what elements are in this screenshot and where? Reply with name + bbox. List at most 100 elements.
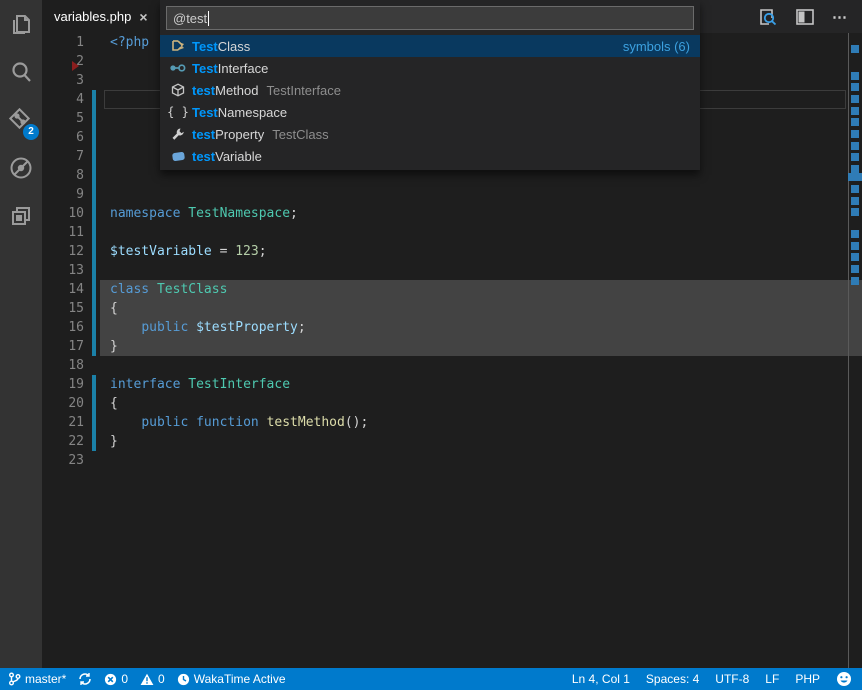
status-item-label: WakaTime Active — [194, 672, 286, 686]
status-item-wakatime[interactable]: WakaTime Active — [177, 668, 286, 690]
property-icon — [170, 126, 186, 142]
clock-icon — [177, 673, 190, 686]
status-item-feedback[interactable] — [836, 668, 852, 690]
code-line-21[interactable]: 21 public function testMethod(); — [42, 413, 848, 432]
quick-open-item-testnamespace[interactable]: { }TestNamespace — [160, 101, 700, 123]
quick-open-item-testclass[interactable]: TestClass symbols (6) — [160, 35, 700, 57]
code-line-22[interactable]: 22} — [42, 432, 848, 451]
activity-item-search[interactable] — [0, 48, 42, 96]
line-number: 19 — [42, 375, 84, 394]
code-line-20[interactable]: 20{ — [42, 394, 848, 413]
variable-icon — [170, 148, 186, 164]
overview-ruler-mark — [851, 265, 859, 273]
close-icon[interactable]: × — [139, 10, 147, 24]
line-number: 6 — [42, 128, 84, 147]
code-line-18[interactable]: 18 — [42, 356, 848, 375]
overview-ruler-mark — [851, 107, 859, 115]
files-icon — [8, 11, 34, 37]
status-item-eol[interactable]: LF — [765, 668, 779, 690]
overview-ruler-mark — [851, 208, 859, 216]
status-item-language-mode[interactable]: PHP — [795, 668, 820, 690]
code-line-15[interactable]: 15{ — [42, 299, 848, 318]
status-item-git-branch[interactable]: master* — [8, 668, 66, 690]
ellipsis-icon[interactable]: ⋯ — [832, 8, 848, 26]
status-item-errors[interactable]: 0 — [104, 668, 128, 690]
error-marker-icon — [72, 61, 79, 71]
activity-item-source-control[interactable]: 2 — [0, 96, 42, 144]
warning-icon — [140, 673, 154, 686]
quick-open-item-testproperty[interactable]: testPropertyTestClass — [160, 123, 700, 145]
line-number: 23 — [42, 451, 84, 470]
activity-item-extensions[interactable] — [0, 192, 42, 240]
line-number: 9 — [42, 185, 84, 204]
symbol-label: testMethod — [192, 83, 259, 98]
search-icon — [8, 59, 34, 85]
code-text: } — [110, 432, 118, 451]
symbol-label: TestNamespace — [192, 105, 287, 120]
status-item-encoding[interactable]: UTF-8 — [715, 668, 749, 690]
tab-variables-php[interactable]: variables.php × — [42, 0, 160, 33]
preview-icon[interactable] — [758, 8, 778, 26]
line-number: 8 — [42, 166, 84, 185]
code-line-11[interactable]: 11 — [42, 223, 848, 242]
symbol-label: TestInterface — [192, 61, 268, 76]
overview-ruler-mark — [851, 153, 859, 161]
status-item-label: Ln 4, Col 1 — [572, 672, 630, 686]
symbol-label: TestClass — [192, 39, 250, 54]
code-line-17[interactable]: 17} — [42, 337, 848, 356]
status-item-cursor-position[interactable]: Ln 4, Col 1 — [572, 668, 630, 690]
status-bar: master* 00 WakaTime Active Ln 4, Col 1 Spac… — [0, 668, 862, 690]
status-item-label: PHP — [795, 672, 820, 686]
status-item-indentation[interactable]: Spaces: 4 — [646, 668, 699, 690]
tab-title: variables.php — [54, 9, 131, 24]
activity-item-debug[interactable] — [0, 144, 42, 192]
code-text: public $testProperty; — [110, 318, 306, 337]
symbol-label: testProperty — [192, 127, 264, 142]
results-count-badge: symbols (6) — [623, 39, 690, 54]
quick-open-input[interactable]: @test — [166, 6, 694, 30]
overview-ruler-mark — [851, 95, 859, 103]
code-line-10[interactable]: 10namespace TestNamespace; — [42, 204, 848, 223]
method-icon — [170, 82, 186, 98]
status-item-warnings[interactable]: 0 — [140, 668, 165, 690]
code-line-16[interactable]: 16 public $testProperty; — [42, 318, 848, 337]
interface-icon — [170, 60, 186, 76]
extensions-icon — [8, 203, 34, 229]
smiley-icon — [836, 671, 852, 687]
status-item-label: master* — [25, 672, 66, 686]
overview-ruler-mark — [851, 277, 859, 285]
symbol-label: testVariable — [192, 149, 262, 164]
line-number: 15 — [42, 299, 84, 318]
line-number: 7 — [42, 147, 84, 166]
status-item-sync[interactable] — [78, 668, 92, 690]
code-text: class TestClass — [110, 280, 227, 299]
quick-open-item-testmethod[interactable]: testMethod TestInterface — [160, 79, 700, 101]
code-text: interface TestInterface — [110, 375, 290, 394]
split-icon[interactable] — [796, 9, 814, 25]
code-line-14[interactable]: 14class TestClass — [42, 280, 848, 299]
line-number: 10 — [42, 204, 84, 223]
line-number: 1 — [42, 33, 84, 52]
code-line-12[interactable]: 12$testVariable = 123; — [42, 242, 848, 261]
status-item-label: 0 — [121, 672, 128, 686]
line-number: 18 — [42, 356, 84, 375]
quick-open-item-testvariable[interactable]: testVariable — [160, 145, 700, 167]
text-cursor — [208, 11, 209, 26]
overview-ruler-mark — [851, 185, 859, 193]
overview-ruler-mark — [851, 83, 859, 91]
code-line-13[interactable]: 13 — [42, 261, 848, 280]
overview-ruler[interactable] — [848, 33, 862, 668]
symbol-description: TestInterface — [267, 83, 341, 98]
overview-ruler-mark — [851, 118, 859, 126]
code-text: <?php — [110, 33, 149, 52]
line-number: 11 — [42, 223, 84, 242]
code-line-9[interactable]: 9 — [42, 185, 848, 204]
line-number: 5 — [42, 109, 84, 128]
code-line-19[interactable]: 19 interface TestInterface — [42, 375, 848, 394]
quick-open-item-testinterface[interactable]: TestInterface — [160, 57, 700, 79]
code-line-23[interactable]: 23 — [42, 451, 848, 470]
line-number: 22 — [42, 432, 84, 451]
overview-ruler-mark — [851, 253, 859, 261]
activity-item-explorer[interactable] — [0, 0, 42, 48]
overview-ruler-mark — [851, 230, 859, 238]
